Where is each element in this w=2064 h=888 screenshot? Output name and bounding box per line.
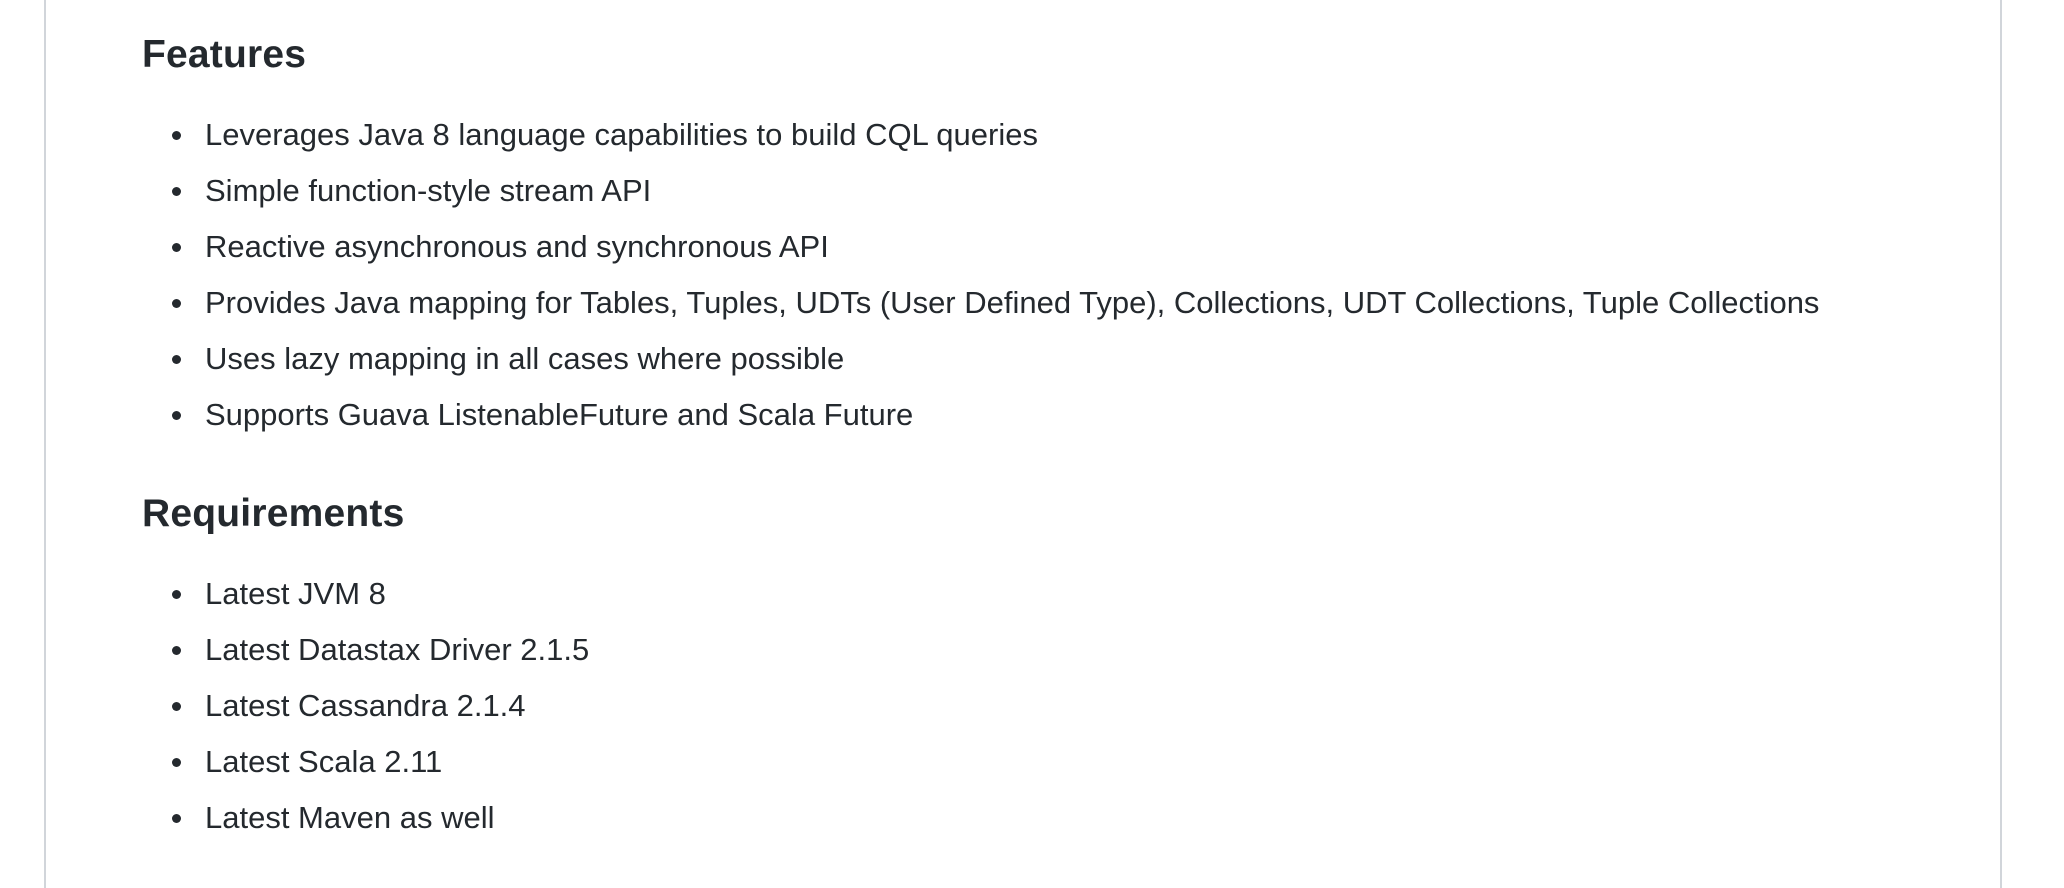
bullet-dot-icon xyxy=(172,355,181,364)
bullet-dot-icon xyxy=(172,411,181,420)
features-heading: Features xyxy=(142,33,307,76)
list-item-text: Latest Datastax Driver 2.1.5 xyxy=(205,632,590,667)
list-item: Reactive asynchronous and synchronous AP… xyxy=(142,219,1819,275)
bullet-dot-icon xyxy=(172,243,181,252)
list-item-text: Simple function-style stream API xyxy=(205,173,652,208)
bullet-dot-icon xyxy=(172,646,181,655)
list-item: Latest Cassandra 2.1.4 xyxy=(142,678,589,734)
readme-container: Features Leverages Java 8 language capab… xyxy=(44,0,2002,888)
list-item-text: Latest Scala 2.11 xyxy=(205,744,443,779)
bullet-dot-icon xyxy=(172,131,181,140)
list-item-text: Latest Cassandra 2.1.4 xyxy=(205,688,526,723)
list-item: Provides Java mapping for Tables, Tuples… xyxy=(142,275,1819,331)
bullet-dot-icon xyxy=(172,590,181,599)
list-item: Simple function-style stream API xyxy=(142,163,1819,219)
bullet-dot-icon xyxy=(172,187,181,196)
list-item-text: Latest JVM 8 xyxy=(205,576,386,611)
list-item-text: Leverages Java 8 language capabilities t… xyxy=(205,117,1038,152)
bullet-dot-icon xyxy=(172,702,181,711)
list-item: Supports Guava ListenableFuture and Scal… xyxy=(142,387,1819,443)
list-item-text: Uses lazy mapping in all cases where pos… xyxy=(205,341,845,376)
list-item: Latest Datastax Driver 2.1.5 xyxy=(142,622,589,678)
features-list: Leverages Java 8 language capabilities t… xyxy=(142,107,1819,443)
bullet-dot-icon xyxy=(172,758,181,767)
list-item: Leverages Java 8 language capabilities t… xyxy=(142,107,1819,163)
list-item: Latest Scala 2.11 xyxy=(142,734,589,790)
requirements-list: Latest JVM 8 Latest Datastax Driver 2.1.… xyxy=(142,566,589,846)
bullet-dot-icon xyxy=(172,814,181,823)
list-item: Latest Maven as well xyxy=(142,790,589,846)
list-item-text: Provides Java mapping for Tables, Tuples… xyxy=(205,285,1820,320)
list-item-text: Reactive asynchronous and synchronous AP… xyxy=(205,229,829,264)
bullet-dot-icon xyxy=(172,299,181,308)
list-item-text: Latest Maven as well xyxy=(205,800,495,835)
list-item: Uses lazy mapping in all cases where pos… xyxy=(142,331,1819,387)
list-item: Latest JVM 8 xyxy=(142,566,589,622)
requirements-heading: Requirements xyxy=(142,492,405,535)
list-item-text: Supports Guava ListenableFuture and Scal… xyxy=(205,397,914,432)
